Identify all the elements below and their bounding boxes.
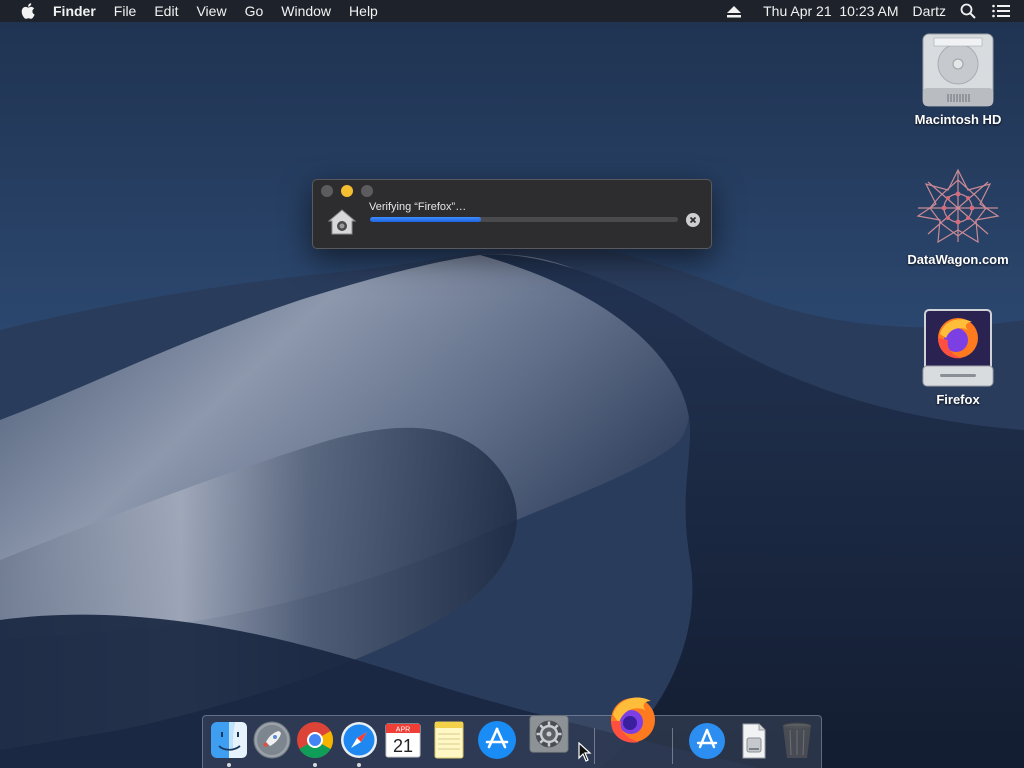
dock-firefox[interactable] — [607, 693, 659, 745]
running-indicator — [357, 763, 361, 767]
dock-finder[interactable] — [209, 720, 249, 767]
desktop-icon-label: DataWagon.com — [907, 252, 1009, 267]
dock-notes[interactable] — [429, 720, 469, 760]
calendar-icon: APR 21 — [385, 723, 421, 758]
search-icon[interactable] — [960, 3, 976, 19]
zoom-button[interactable] — [361, 185, 373, 197]
dock-trash[interactable] — [777, 720, 817, 760]
dock-downloads-stack[interactable] — [733, 720, 773, 760]
firefox-icon — [611, 697, 655, 743]
menu-bar-extras: Thu Apr 21 10:23 AM Dartz — [727, 0, 1024, 22]
minimize-button[interactable] — [341, 185, 353, 197]
progress-fill — [370, 217, 481, 222]
dock: APR 21 — [202, 715, 822, 768]
menu-bar-clock[interactable]: Thu Apr 21 10:23 AM — [763, 3, 898, 19]
dock-applications-folder[interactable] — [687, 720, 727, 760]
menu-help[interactable]: Help — [349, 0, 378, 22]
close-button[interactable] — [321, 185, 333, 197]
desktop-icon-macintosh-hd[interactable]: Macintosh HD — [898, 32, 1018, 127]
hard-drive-icon — [922, 33, 994, 107]
dock-app-store[interactable] — [477, 720, 517, 760]
menu-finder[interactable]: Finder — [53, 0, 96, 22]
app-store-icon — [478, 721, 516, 759]
desktop-icon-label: Firefox — [936, 392, 980, 407]
trash-icon — [782, 722, 812, 758]
datawagon-logo-icon — [916, 168, 1000, 244]
running-indicator — [313, 763, 317, 767]
menu-file[interactable]: File — [114, 0, 137, 22]
window-controls — [321, 185, 381, 197]
safari-compass-icon — [341, 722, 377, 758]
calendar-month: APR — [396, 727, 410, 734]
desktop-icon-firefox-dmg[interactable]: Firefox — [898, 308, 1018, 407]
disk-image-icon — [742, 723, 766, 759]
notes-icon — [434, 721, 464, 759]
menu-bar: Finder File Edit View Go Window Help Thu… — [0, 0, 1024, 22]
dock-chrome[interactable] — [295, 720, 335, 767]
mouse-cursor-icon — [578, 742, 592, 762]
calendar-day: 21 — [393, 736, 413, 756]
apple-logo-icon[interactable] — [21, 3, 35, 19]
running-indicator — [227, 763, 231, 767]
mojave-wallpaper — [0, 0, 1024, 768]
dock-separator — [672, 728, 673, 764]
menu-edit[interactable]: Edit — [154, 0, 178, 22]
dock-separator — [594, 728, 595, 764]
home-icon — [327, 209, 357, 235]
menu-bar-user[interactable]: Dartz — [913, 3, 946, 19]
menu-view[interactable]: View — [196, 0, 226, 22]
menu-go[interactable]: Go — [245, 0, 264, 22]
dock-calendar[interactable]: APR 21 — [383, 720, 423, 760]
launchpad-rocket-icon — [253, 721, 291, 759]
verifying-dialog: Verifying “Firefox”… — [312, 179, 712, 249]
verification-progress-bar — [370, 217, 678, 222]
chrome-icon — [297, 722, 334, 759]
eject-icon[interactable] — [727, 5, 742, 18]
cancel-icon[interactable] — [686, 213, 700, 227]
firefox-disk-image-icon — [922, 309, 994, 387]
verifying-status-text: Verifying “Firefox”… — [369, 201, 467, 213]
desktop-icon-datawagon[interactable]: DataWagon.com — [898, 168, 1018, 267]
finder-icon — [211, 722, 247, 758]
gear-icon — [529, 715, 569, 753]
desktop-icon-label: Macintosh HD — [914, 112, 1002, 127]
menu-window[interactable]: Window — [281, 0, 331, 22]
list-icon[interactable] — [992, 4, 1010, 18]
dock-safari[interactable] — [339, 720, 379, 767]
applications-folder-icon — [689, 723, 725, 759]
desktop — [0, 0, 1024, 768]
dock-system-preferences[interactable] — [529, 714, 577, 760]
dock-launchpad[interactable] — [252, 720, 292, 760]
